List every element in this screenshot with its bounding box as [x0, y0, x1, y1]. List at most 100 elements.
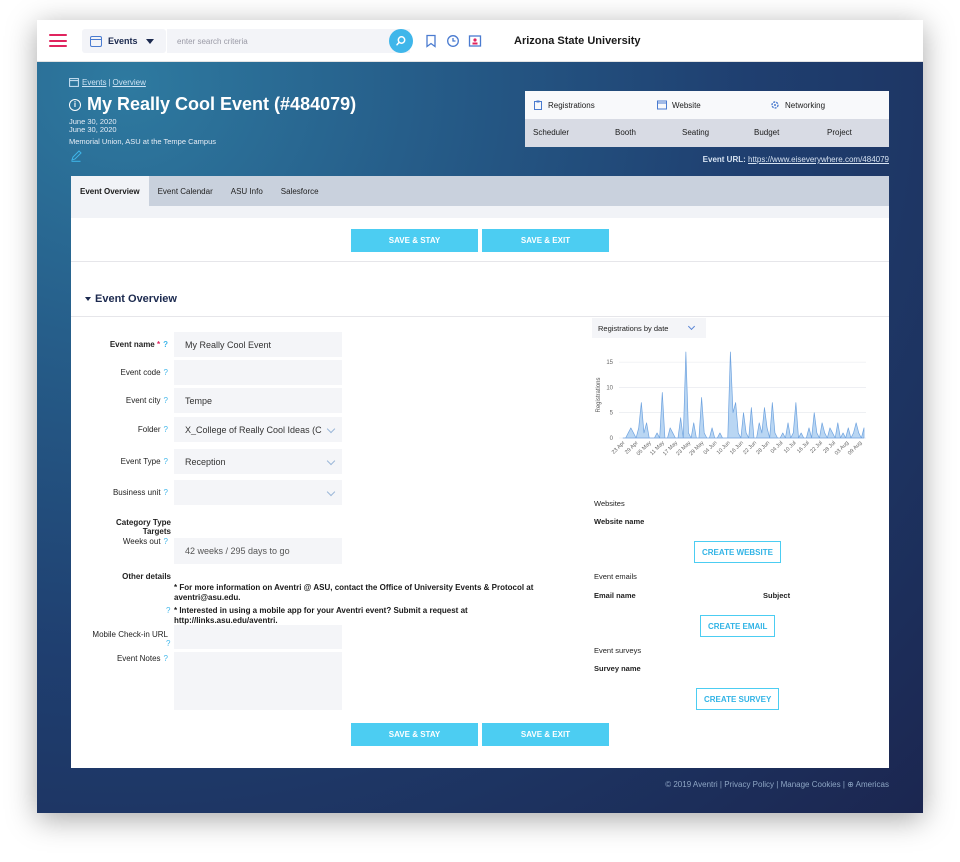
region-link[interactable]: Americas [856, 780, 889, 789]
weeks-out-label: Weeks out? [122, 537, 168, 546]
chart-x-tick-label: 23 Apr [611, 440, 627, 456]
event-notes-textarea[interactable] [174, 652, 342, 710]
chart-x-tick-label: 22 Jul [809, 440, 824, 455]
help-icon[interactable]: ? [164, 457, 168, 466]
event-url-label: Event URL: [702, 155, 746, 164]
chart-x-tick-label: 22 Jun [742, 440, 758, 456]
help-icon[interactable]: ? [163, 340, 168, 349]
footer-separator: | [719, 780, 722, 789]
info-icon[interactable]: i [69, 98, 81, 111]
module-website[interactable]: Website [657, 100, 701, 110]
create-email-button[interactable]: CREATE EMAIL [700, 615, 776, 637]
tab-salesforce[interactable]: Salesforce [272, 176, 328, 206]
module-row-secondary: Scheduler Booth Seating Budget Project [525, 119, 889, 147]
event-notes-label: Event Notes? [116, 654, 168, 663]
breadcrumb-events-link[interactable]: Events [82, 78, 106, 87]
chevron-down-icon [326, 487, 336, 497]
event-type-select[interactable]: Reception [174, 449, 342, 474]
tab-event-calendar[interactable]: Event Calendar [149, 176, 222, 206]
event-city-label: Event city? [125, 396, 168, 405]
module-booth[interactable]: Booth [615, 128, 636, 137]
section-title: Event Overview [95, 293, 177, 305]
module-project[interactable]: Project [827, 128, 852, 137]
event-end-date: June 30, 2020 [69, 125, 117, 134]
module-website-label: Website [672, 100, 701, 110]
create-survey-button[interactable]: CREATE SURVEY [696, 688, 780, 710]
help-icon[interactable]: ? [164, 654, 168, 663]
help-icon[interactable]: ? [164, 368, 168, 377]
email-subject-header: Subject [763, 591, 791, 600]
event-city-input[interactable] [174, 388, 342, 413]
mobile-checkin-input[interactable] [174, 625, 342, 649]
search-button[interactable] [389, 29, 413, 53]
chart-x-tick-label: 10 Jun [716, 440, 732, 456]
event-name-label: Event name *? [109, 340, 168, 349]
event-type-label: Event Type? [120, 457, 168, 466]
save-stay-button-bottom[interactable]: SAVE & STAY [351, 723, 478, 746]
module-networking-label: Networking [785, 100, 826, 110]
event-name-input[interactable] [174, 332, 342, 357]
registrations-chart: 051015Registrations23 Apr29 Apr05 May11 … [596, 351, 866, 457]
hamburger-menu-icon[interactable] [49, 34, 67, 47]
pencil-icon[interactable] [70, 150, 82, 162]
chart-x-tick-label: 04 Jun [703, 440, 719, 456]
clock-icon[interactable] [446, 34, 460, 48]
breadcrumb-overview-link[interactable]: Overview [113, 78, 146, 87]
clipboard-icon [534, 100, 542, 110]
targets-label: Targets [142, 527, 171, 536]
create-website-button[interactable]: CREATE WEBSITE [694, 541, 781, 563]
save-stay-button-top[interactable]: SAVE & STAY [351, 229, 478, 252]
save-exit-button-bottom[interactable]: SAVE & EXIT [482, 723, 609, 746]
event-url-link[interactable]: https://www.eiseverywhere.com/484079 [748, 155, 889, 164]
footer-separator: | [842, 780, 845, 789]
calendar-icon [69, 78, 79, 87]
event-title: My Really Cool Event (#484079) [87, 94, 357, 114]
privacy-policy-link[interactable]: Privacy Policy [724, 780, 774, 789]
survey-name-header: Survey name [594, 664, 641, 673]
calendar-icon [90, 35, 102, 47]
footer-separator: | [776, 780, 779, 789]
help-icon[interactable]: ? [164, 537, 168, 546]
help-icon[interactable]: ? [164, 488, 168, 497]
tab-bar: Event Overview Event Calendar ASU Info S… [71, 176, 889, 206]
tab-event-overview[interactable]: Event Overview [71, 176, 149, 206]
folder-select[interactable]: X_College of Really Cool Ideas (C [174, 417, 342, 442]
manage-cookies-link[interactable]: Manage Cookies [781, 780, 841, 789]
help-icon[interactable]: ? [164, 425, 168, 434]
chart-y-tick-label: 15 [606, 360, 613, 366]
module-registrations[interactable]: Registrations [533, 100, 595, 110]
calendar-icon [657, 100, 667, 110]
tab-asu-info[interactable]: ASU Info [222, 176, 272, 206]
chevron-down-icon [687, 322, 696, 331]
search-input[interactable] [167, 29, 410, 53]
contact-card-icon[interactable] [468, 34, 482, 48]
help-icon[interactable]: ? [166, 639, 170, 648]
module-networking[interactable]: Networking [770, 100, 825, 110]
chart-type-select[interactable]: Registrations by date [592, 318, 706, 338]
footer: © 2019 Aventri | Privacy Policy | Manage… [665, 780, 889, 789]
event-code-input[interactable] [174, 360, 342, 385]
chevron-down-icon [145, 38, 154, 44]
chart-type-value: Registrations by date [598, 323, 669, 333]
save-exit-button-top[interactable]: SAVE & EXIT [482, 229, 609, 252]
copyright-text: © 2019 Aventri [665, 780, 718, 789]
module-seating[interactable]: Seating [682, 128, 709, 137]
email-name-header: Email name [594, 591, 636, 600]
section-toggle-event-overview[interactable]: Event Overview [85, 293, 177, 305]
search-icon [396, 36, 406, 46]
event-url: Event URL: https://www.eiseverywhere.com… [703, 155, 889, 164]
module-selector[interactable]: Events [82, 29, 166, 53]
app-window: Events Arizona State University Events |… [37, 20, 923, 813]
help-icon[interactable]: ? [164, 396, 168, 405]
mobile-app-info-text: * Interested in using a mobile app for y… [174, 606, 468, 625]
weeks-out-value: 42 weeks / 295 days to go [174, 538, 342, 564]
module-budget[interactable]: Budget [754, 128, 779, 137]
page-title: i My Really Cool Event (#484079) [69, 94, 356, 115]
help-icon[interactable]: ? [166, 606, 170, 615]
module-scheduler[interactable]: Scheduler [533, 128, 569, 137]
chart-x-tick-label: 16 Jun [729, 440, 745, 456]
top-bar: Events Arizona State University [37, 20, 923, 62]
business-unit-select[interactable] [174, 480, 342, 505]
main-card: SAVE & STAY SAVE & EXIT Event Overview E… [71, 206, 889, 768]
bookmark-icon[interactable] [424, 34, 438, 48]
